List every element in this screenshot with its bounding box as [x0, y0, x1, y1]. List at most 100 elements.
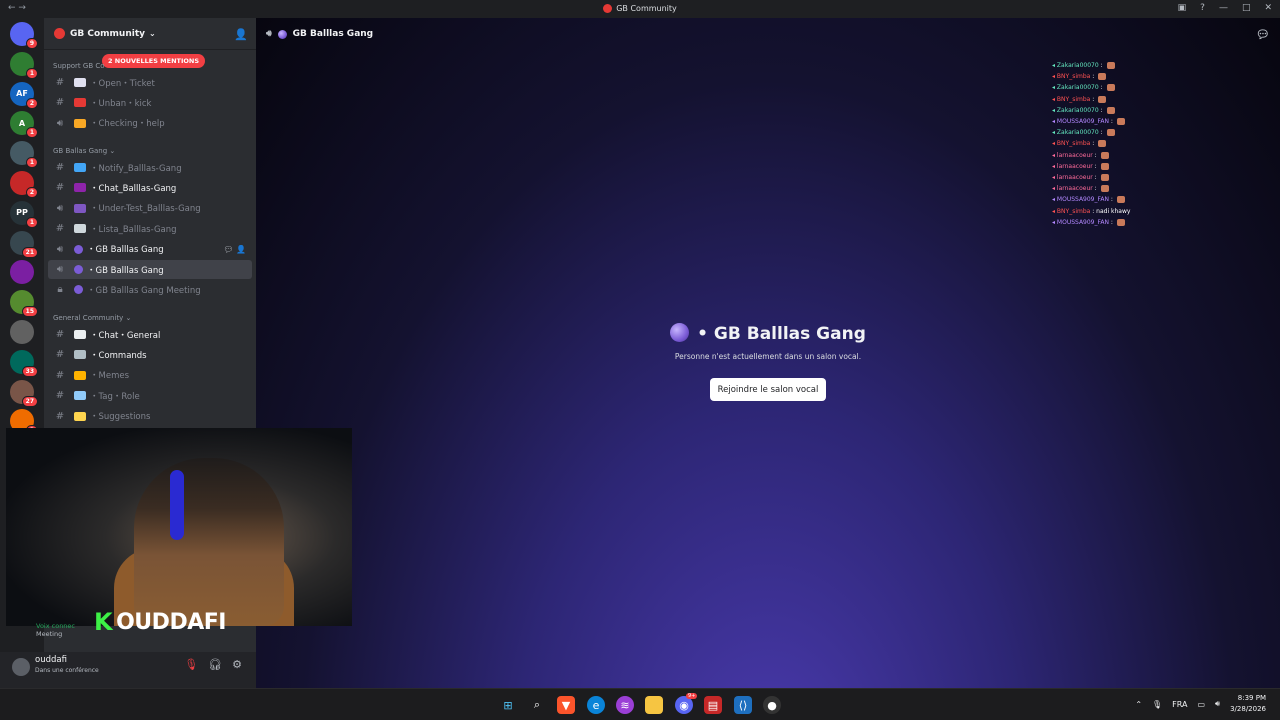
- language-indicator[interactable]: FRA: [1172, 700, 1187, 709]
- avatar[interactable]: [12, 658, 30, 676]
- scroll-icon: [74, 224, 86, 234]
- server-icon[interactable]: 1: [10, 141, 38, 169]
- sticker-icon: [1098, 95, 1107, 103]
- channel-item[interactable]: # ・Commands: [48, 345, 252, 364]
- unread-badge: 1: [25, 67, 38, 79]
- gear-icon[interactable]: ⚙: [232, 658, 242, 671]
- sticker-icon: [1100, 162, 1109, 170]
- user-status: Dans une conférence: [35, 667, 99, 674]
- folder-icon[interactable]: [645, 696, 663, 714]
- channel-item[interactable]: 🔊︎ ・Under-Test_Balllas-Gang: [48, 199, 252, 218]
- server-header[interactable]: GB Community ⌄ 👤: [44, 18, 256, 50]
- chat-message: ◂ MOUSSA909_FAN :: [1052, 217, 1162, 228]
- chat-message: ◂ Zakaria00070 :: [1052, 127, 1162, 138]
- chevron-up-icon[interactable]: ⌃: [1135, 700, 1142, 709]
- chat-username: ◂ MOUSSA909_FAN: [1052, 218, 1109, 226]
- robot-icon: [74, 350, 86, 360]
- chat-message: ◂ Zakaria00070 :: [1052, 82, 1162, 93]
- channel-label: ・Chat・General: [90, 330, 161, 341]
- taskbar: ⊞ ⌕ ▼ e ≋ ◉ 9+ ▤ ⟨⟩ ● ⌃ 🎙︎ FRA ▭ 🔊︎ 8:39…: [0, 688, 1280, 720]
- maximize-button[interactable]: □: [1242, 3, 1251, 13]
- category-ballas[interactable]: GB Ballas Gang ⌄: [53, 147, 115, 155]
- brave-icon[interactable]: ▼: [557, 696, 575, 714]
- server-icon[interactable]: AF 2: [10, 81, 38, 109]
- sticker-icon: [1116, 218, 1125, 226]
- chat-username: ◂ larnaacoeur: [1052, 162, 1093, 170]
- channel-item[interactable]: 🔊︎ ・GB Balllas Gang: [48, 260, 252, 279]
- vscode-icon[interactable]: ⟨⟩: [734, 696, 752, 714]
- user-panel: ouddafi Dans une conférence 🎙︎ 🎧︎ ⚙: [0, 652, 256, 688]
- server-icon[interactable]: 27: [10, 379, 38, 407]
- channel-item[interactable]: 🔊︎ ・Checking・help: [48, 114, 252, 133]
- network-icon[interactable]: ▭: [1197, 700, 1205, 709]
- help-icon[interactable]: ?: [1200, 3, 1205, 13]
- inbox-icon[interactable]: ▣: [1178, 3, 1187, 13]
- channel-item[interactable]: # ・Chat_Balllas-Gang: [48, 178, 252, 197]
- server-icon[interactable]: 1: [10, 51, 38, 79]
- clock[interactable]: 8:39 PM 3/28/2026: [1230, 693, 1266, 715]
- add-member-icon[interactable]: 👤: [234, 28, 248, 41]
- chat-username: ◂ Zakaria00070: [1052, 106, 1099, 114]
- server-icon[interactable]: A1: [10, 111, 38, 139]
- streamer-brand: K OUDDAFI: [94, 608, 226, 636]
- obs-icon[interactable]: ●: [763, 696, 781, 714]
- channel-label: ・Tag・Role: [90, 391, 140, 402]
- hash-icon: #: [55, 77, 65, 88]
- headphones-icon[interactable]: 🎧︎: [208, 658, 222, 671]
- category-support[interactable]: Support GB Co: [53, 62, 105, 70]
- sticker-icon: [1100, 174, 1109, 182]
- mute-icon[interactable]: 🎙︎: [184, 658, 198, 671]
- channel-item[interactable]: # ・Lista_Balllas-Gang: [48, 219, 252, 238]
- gift-icon: [74, 118, 86, 128]
- channel-item[interactable]: # ・Suggestions: [48, 407, 252, 426]
- new-mentions-pill[interactable]: 2 NOUVELLES MENTIONS: [102, 54, 206, 68]
- channel-item[interactable]: # ・Notify_Balllas-Gang: [48, 158, 252, 177]
- channel-item[interactable]: 🔊︎ ・GB Balllas Gang 💬︎ 👤: [48, 240, 252, 259]
- channel-label: ・Suggestions: [90, 412, 151, 423]
- server-icon[interactable]: 9: [10, 22, 38, 49]
- server-icon[interactable]: 33: [10, 349, 38, 377]
- close-button[interactable]: ✕: [1264, 3, 1272, 13]
- music-icon[interactable]: ≋: [616, 696, 634, 714]
- orb-icon: [74, 285, 83, 295]
- sticker-icon: [1106, 62, 1115, 69]
- chat-message: ◂ larnaacoeur :: [1052, 150, 1162, 161]
- channel-item[interactable]: # ・Unban・kick: [48, 93, 252, 112]
- chat-icon[interactable]: 💬︎: [1256, 28, 1270, 41]
- microphone-icon[interactable]: 🎙︎: [1152, 700, 1162, 709]
- server-icon[interactable]: [10, 320, 34, 344]
- sticker-icon: [1116, 196, 1125, 204]
- voice-connected-bar[interactable]: Voix connec Meeting: [36, 622, 75, 638]
- app-icon[interactable]: ▤: [704, 696, 722, 714]
- windows-start-icon[interactable]: ⊞: [499, 696, 517, 714]
- category-general[interactable]: General Community ⌄: [53, 314, 131, 322]
- bulb-icon: [74, 411, 86, 421]
- channel-item[interactable]: # ・Chat・General: [48, 325, 252, 344]
- minimize-button[interactable]: —: [1219, 3, 1228, 13]
- server-icon[interactable]: 2: [10, 171, 38, 198]
- channel-item[interactable]: # ・Open・Ticket: [48, 73, 252, 92]
- channel-label: ・Commands: [90, 350, 147, 361]
- server-icon[interactable]: [10, 260, 34, 285]
- speaker-icon: 🔊︎: [56, 202, 64, 214]
- headset: [170, 470, 184, 540]
- join-voice-button[interactable]: Rejoindre le salon vocal: [710, 378, 826, 401]
- server-icon[interactable]: 15: [10, 290, 38, 318]
- channel-label: ・Unban・kick: [90, 98, 152, 109]
- channel-item[interactable]: 🔒︎ ・GB Balllas Gang Meeting: [48, 280, 252, 299]
- sticker-icon: [1116, 118, 1125, 126]
- search-icon[interactable]: ⌕: [528, 696, 546, 714]
- chat-username: ◂ BNY_simba: [1052, 140, 1091, 148]
- channel-item[interactable]: # ・Tag・Role: [48, 386, 252, 405]
- window-title: GB Community: [0, 4, 1280, 13]
- volume-icon[interactable]: 🔊︎: [1215, 699, 1220, 709]
- chat-username: ◂ Zakaria00070: [1052, 84, 1099, 92]
- server-icon[interactable]: PP 1: [10, 200, 38, 228]
- channel-label: ・Lista_Balllas-Gang: [90, 224, 177, 235]
- orb-icon: [277, 29, 287, 39]
- edge-icon[interactable]: e: [587, 696, 605, 714]
- server-icon[interactable]: 21: [10, 230, 38, 258]
- channel-item[interactable]: # ・Memes: [48, 366, 252, 385]
- chat-username: ◂ MOUSSA909_FAN: [1052, 196, 1109, 204]
- channel-actions[interactable]: 💬︎ 👤: [223, 245, 246, 254]
